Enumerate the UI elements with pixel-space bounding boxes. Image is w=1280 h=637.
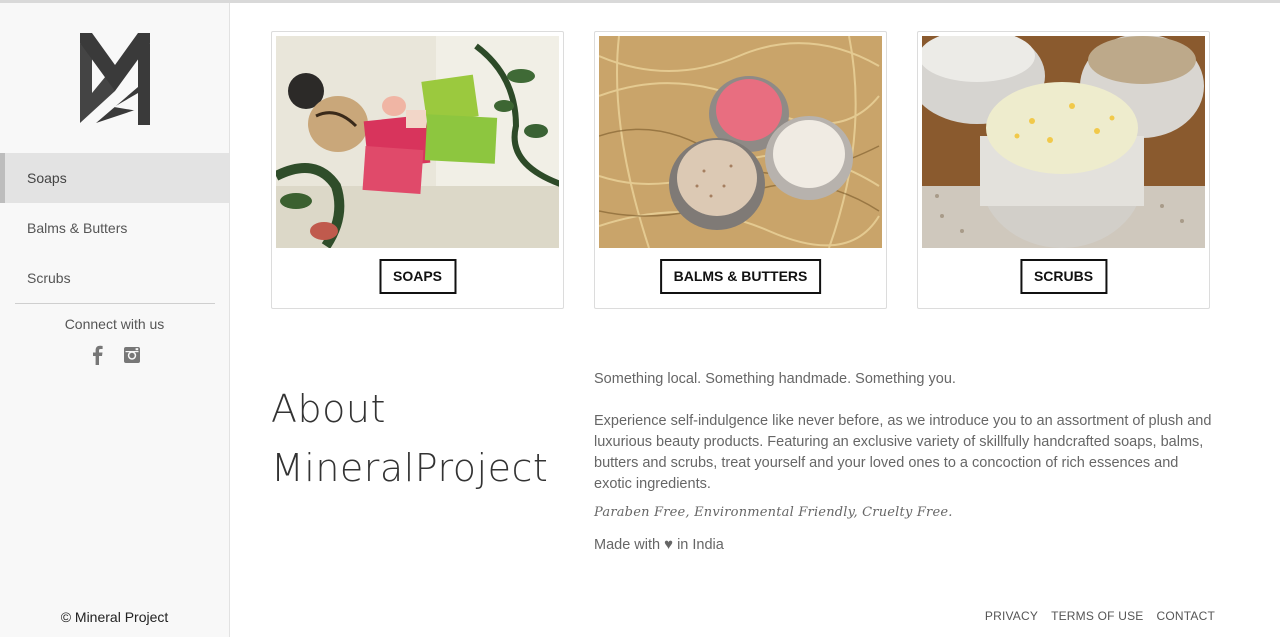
balms-butters-button[interactable]: BALMS & BUTTERS (659, 259, 822, 294)
product-card-scrubs[interactable]: SCRUBS (917, 31, 1210, 309)
sidebar-nav: Soaps Balms & Butters Scrubs (0, 153, 229, 303)
made-prefix: Made with (594, 537, 661, 553)
social-links (0, 344, 229, 366)
copyright: © Mineral Project (60, 609, 169, 625)
sidebar-item-soaps[interactable]: Soaps (0, 153, 229, 203)
contact-link[interactable]: CONTACT (1156, 609, 1215, 623)
privacy-link[interactable]: PRIVACY (985, 609, 1038, 623)
scrubs-button[interactable]: SCRUBS (1019, 259, 1108, 294)
terms-link[interactable]: TERMS OF USE (1051, 609, 1143, 623)
footer-links: PRIVACY TERMS OF USE CONTACT (985, 609, 1215, 623)
product-card-balms-butters[interactable]: BALMS & BUTTERS (594, 31, 887, 309)
connect-label: Connect with us (64, 316, 165, 332)
balms-photo[interactable] (599, 36, 882, 248)
mp-logo-icon[interactable] (78, 31, 152, 127)
about-description: Experience self-indulgence like never be… (594, 413, 1212, 492)
about-title-line1: About (271, 387, 386, 431)
product-card-soaps[interactable]: SOAPS (271, 31, 564, 309)
heart-icon: ♥ (664, 536, 674, 553)
scrubs-photo[interactable] (922, 36, 1205, 248)
instagram-icon[interactable] (122, 344, 142, 366)
facebook-icon[interactable] (88, 344, 108, 366)
soaps-button[interactable]: SOAPS (378, 259, 457, 294)
soaps-photo[interactable] (276, 36, 559, 248)
made-suffix: in India (677, 537, 724, 553)
made-in-india: Made with ♥ in India (594, 536, 724, 553)
sidebar-divider (15, 303, 215, 304)
sidebar-item-scrubs[interactable]: Scrubs (0, 253, 229, 303)
about-title-line2: MineralProject (271, 446, 549, 490)
about-tagline: Something local. Something handmade. Som… (594, 371, 956, 387)
sidebar-item-balms-butters[interactable]: Balms & Butters (0, 203, 229, 253)
about-features: Paraben Free, Environmental Friendly, Cr… (594, 505, 953, 520)
about-text: Something local. Something handmade. Som… (594, 369, 1214, 516)
sidebar: Soaps Balms & Butters Scrubs Connect wit… (0, 3, 230, 637)
about-title: About MineralProject (271, 380, 571, 498)
